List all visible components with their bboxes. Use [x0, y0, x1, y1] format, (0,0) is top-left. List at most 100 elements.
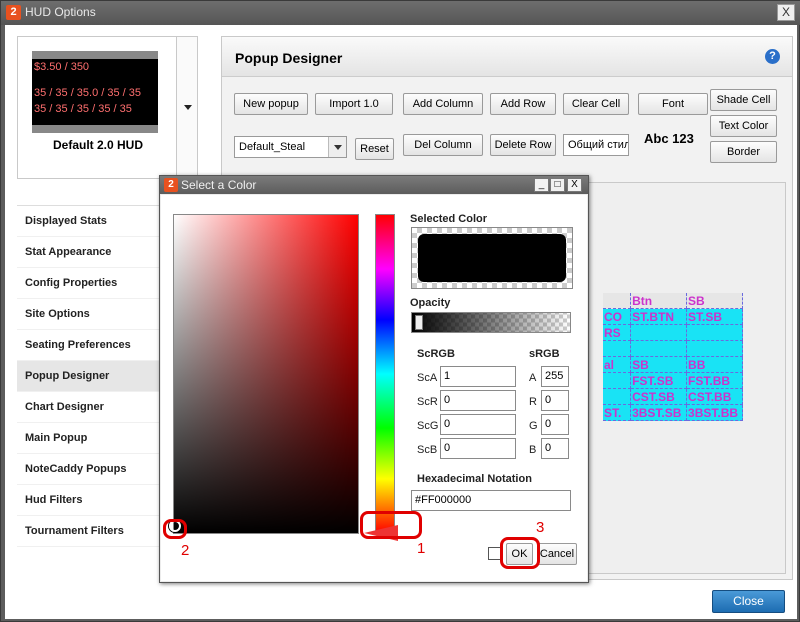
grid-cell[interactable]: ST.BTN	[631, 309, 688, 325]
scr-field[interactable]: 0	[440, 390, 516, 411]
opacity-label: Opacity	[410, 297, 451, 309]
nav-item-seating-preferences[interactable]: Seating Preferences	[17, 330, 159, 361]
opacity-slider-thumb[interactable]	[415, 315, 423, 330]
nav-item-displayed-stats[interactable]: Displayed Stats	[17, 206, 159, 237]
nav-item-notecaddy-popups[interactable]: NoteCaddy Popups	[17, 454, 159, 485]
import-button[interactable]: Import 1.0	[315, 93, 393, 115]
app-logo-icon: 2	[6, 5, 21, 20]
hud-line: 35 / 35 / 35 / 35 / 35	[34, 103, 132, 115]
annotation-highlight	[163, 519, 187, 539]
new-popup-button[interactable]: New popup	[234, 93, 308, 115]
hud-name: Default 2.0 HUD	[52, 138, 144, 152]
saturation-value-picker[interactable]	[173, 214, 359, 534]
srgb-label: sRGB	[529, 348, 560, 360]
g-field[interactable]: 0	[541, 414, 569, 435]
chevron-down-icon[interactable]	[328, 137, 346, 157]
nav-item-site-options[interactable]: Site Options	[17, 299, 159, 330]
table-row: RS	[603, 325, 743, 341]
grid-cell[interactable]	[631, 341, 688, 357]
grid-cell[interactable]	[631, 325, 688, 341]
grid-cell[interactable]	[603, 389, 632, 405]
reset-button[interactable]: Reset	[355, 138, 394, 160]
table-row: Btn SB	[603, 293, 743, 309]
a-field[interactable]: 255	[541, 366, 569, 387]
annotation-highlight	[500, 537, 540, 569]
window-close-button[interactable]: X	[777, 4, 795, 21]
grid-cell[interactable]: 3BST.BB	[687, 405, 743, 421]
nav-item-stat-appearance[interactable]: Stat Appearance	[17, 237, 159, 268]
grid-cell[interactable]: CO	[603, 309, 632, 325]
border-button[interactable]: Border	[710, 141, 777, 163]
cancel-button[interactable]: Cancel	[537, 543, 577, 565]
hue-slider[interactable]	[375, 214, 395, 534]
scg-field[interactable]: 0	[440, 414, 516, 435]
close-button[interactable]: Close	[712, 590, 785, 613]
hud-dropdown-button[interactable]	[176, 36, 198, 179]
grid-cell[interactable]: CST.SB	[631, 389, 688, 405]
grid-cell[interactable]: RS	[603, 325, 632, 341]
scb-field[interactable]: 0	[440, 438, 516, 459]
nav-item-chart-designer[interactable]: Chart Designer	[17, 392, 159, 423]
app-logo-icon: 2	[164, 178, 178, 192]
popup-grid: Btn SB CO ST.BTN ST.SB RS al SB BB FST.S…	[603, 293, 743, 421]
grid-cell[interactable]	[687, 325, 743, 341]
dialog-body: Selected Color Opacity ScRGB sRGB ScA 1 …	[161, 195, 587, 581]
scb-label: ScB	[417, 444, 438, 456]
nav-item-popup-designer[interactable]: Popup Designer	[17, 361, 159, 392]
g-label: G	[529, 420, 538, 432]
grid-cell[interactable]: ST.	[603, 405, 632, 421]
font-preview: Abc 123	[644, 131, 694, 146]
delete-row-button[interactable]: Delete Row	[490, 134, 556, 156]
text-color-button[interactable]: Text Color	[710, 115, 777, 137]
grid-cell[interactable]: Btn	[631, 293, 688, 309]
clear-cell-button[interactable]: Clear Cell	[563, 93, 629, 115]
grid-cell[interactable]	[603, 373, 632, 389]
grid-cell[interactable]: FST.BB	[687, 373, 743, 389]
dialog-close-button[interactable]: X	[567, 178, 582, 192]
font-button[interactable]: Font	[638, 93, 708, 115]
help-icon[interactable]: ?	[765, 49, 780, 64]
opacity-slider[interactable]	[411, 312, 571, 333]
minimize-button[interactable]: _	[534, 178, 549, 192]
nav-item-tournament-filters[interactable]: Tournament Filters	[17, 516, 159, 547]
grid-cell[interactable]: BB	[687, 357, 743, 373]
grid-cell[interactable]	[687, 341, 743, 357]
table-row: CST.SB CST.BB	[603, 389, 743, 405]
hud-line: $3.50 / 350	[34, 61, 90, 73]
grid-cell[interactable]: ST.SB	[687, 309, 743, 325]
designer-header: Popup Designer ?	[222, 37, 792, 77]
nav-item-hud-filters[interactable]: Hud Filters	[17, 485, 159, 516]
table-row: CO ST.BTN ST.SB	[603, 309, 743, 325]
hud-preview[interactable]: $3.50 / 350 35 / 35 / 35.0 / 35 / 35 35 …	[17, 36, 177, 179]
title-bar: 2 HUD Options X	[1, 1, 800, 25]
grid-cell[interactable]: SB	[631, 357, 688, 373]
popup-select[interactable]: Default_Steal	[234, 136, 347, 158]
shade-cell-button[interactable]: Shade Cell	[710, 89, 777, 111]
nav-item-main-popup[interactable]: Main Popup	[17, 423, 159, 454]
hex-field[interactable]: #FF000000	[411, 490, 571, 511]
grid-cell[interactable]: CST.BB	[687, 389, 743, 405]
nav-item-config-properties[interactable]: Config Properties	[17, 268, 159, 299]
annotation-label: 3	[536, 519, 545, 536]
sca-label: ScA	[417, 372, 438, 384]
grid-cell[interactable]: al	[603, 357, 632, 373]
add-row-button[interactable]: Add Row	[490, 93, 556, 115]
selected-color-swatch	[411, 227, 573, 289]
maximize-button[interactable]: □	[550, 178, 565, 192]
grid-cell[interactable]	[603, 341, 632, 357]
add-column-button[interactable]: Add Column	[403, 93, 483, 115]
dialog-title: Select a Color	[181, 178, 257, 192]
r-field[interactable]: 0	[541, 390, 569, 411]
a-label: A	[529, 372, 537, 384]
grid-cell[interactable]: FST.SB	[631, 373, 688, 389]
r-label: R	[529, 396, 537, 408]
grid-cell[interactable]: SB	[687, 293, 743, 309]
b-field[interactable]: 0	[541, 438, 569, 459]
grid-cell[interactable]	[603, 293, 632, 309]
sca-field[interactable]: 1	[440, 366, 516, 387]
scg-label: ScG	[417, 420, 439, 432]
cell-style-field[interactable]: Общий стиль	[563, 134, 629, 156]
del-column-button[interactable]: Del Column	[403, 134, 483, 156]
hud-preview-image: $3.50 / 350 35 / 35 / 35.0 / 35 / 35 35 …	[32, 51, 158, 133]
grid-cell[interactable]: 3BST.SB	[631, 405, 688, 421]
